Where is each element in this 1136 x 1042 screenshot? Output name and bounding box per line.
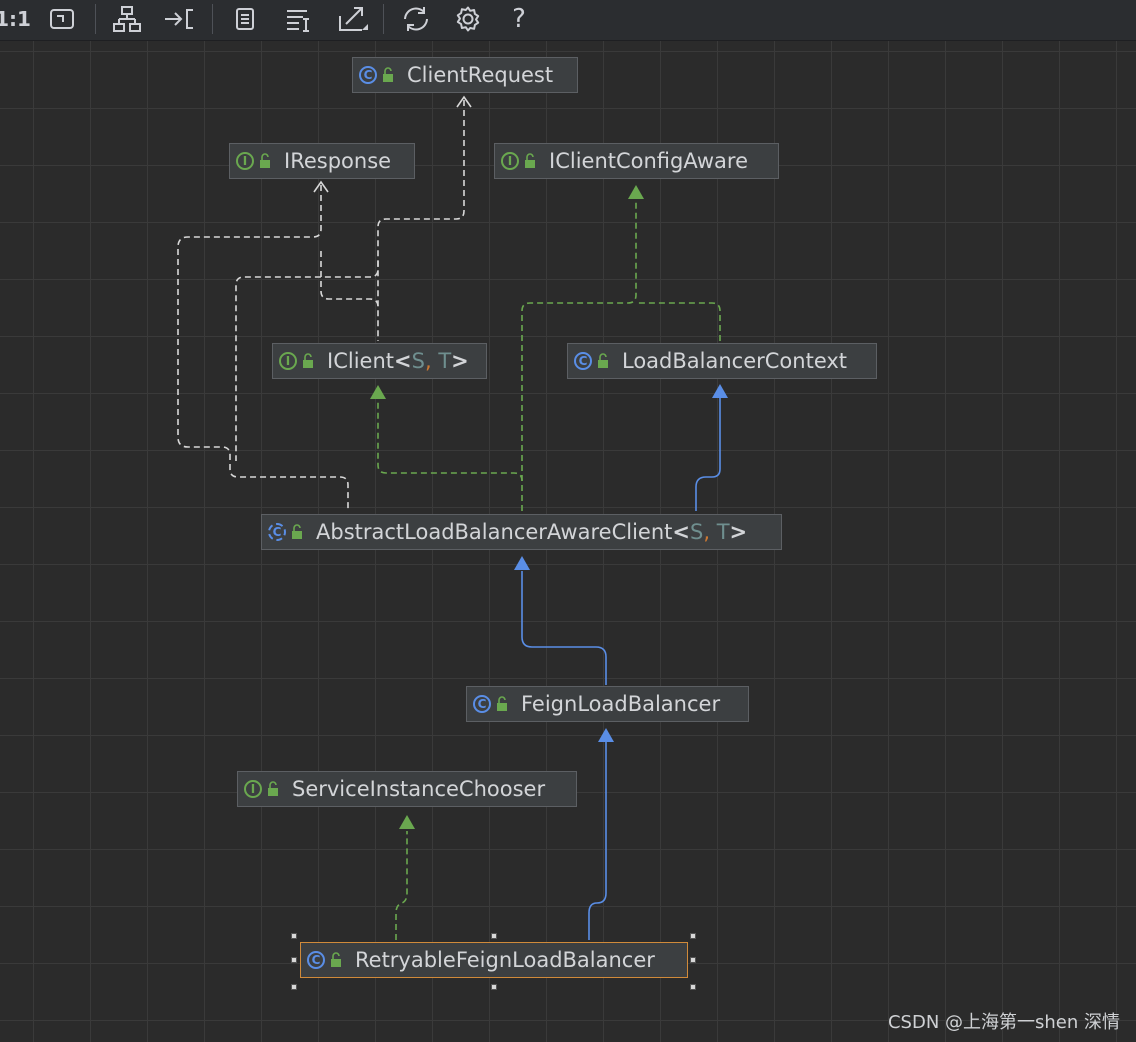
type-params-open: < xyxy=(672,520,690,544)
public-lock-icon xyxy=(260,153,270,168)
settings-gear-icon[interactable] xyxy=(452,4,484,34)
type-param-separator: , xyxy=(703,520,711,544)
class-icon: C xyxy=(574,352,592,370)
public-lock-icon xyxy=(331,952,341,967)
type-param-s: S xyxy=(411,349,425,373)
node-label: ClientRequest xyxy=(407,63,554,87)
selection-handle[interactable] xyxy=(491,933,497,939)
type-params-close: > xyxy=(451,349,469,373)
node-client-request[interactable]: C ClientRequest xyxy=(352,57,578,93)
type-param-t: T xyxy=(438,349,452,373)
selection-handle[interactable] xyxy=(690,933,696,939)
copy-diagram-icon[interactable] xyxy=(228,4,262,34)
members-filter-icon[interactable] xyxy=(282,4,318,34)
help-button[interactable]: ? xyxy=(506,4,532,34)
node-label: LoadBalancerContext xyxy=(622,349,848,373)
selection-handle[interactable] xyxy=(291,984,297,990)
public-lock-icon xyxy=(303,353,313,368)
export-icon[interactable] xyxy=(334,4,372,34)
node-label: IResponse xyxy=(284,149,392,173)
node-label: AbstractLoadBalancerAwareClient xyxy=(316,520,673,544)
extends-edges xyxy=(521,397,721,940)
node-label: IClient xyxy=(327,349,394,373)
edge-iclient-clientrequest xyxy=(377,100,465,341)
refresh-icon[interactable] xyxy=(398,4,434,34)
selection-handle[interactable] xyxy=(690,957,696,963)
interface-icon: I xyxy=(244,780,262,798)
type-param-t: T xyxy=(716,520,730,544)
selection-handle[interactable] xyxy=(291,957,297,963)
node-label: RetryableFeignLoadBalancer xyxy=(355,948,655,972)
abstract-class-icon: C xyxy=(268,523,286,541)
public-lock-icon xyxy=(525,153,535,168)
type-param-s: S xyxy=(689,520,704,544)
public-lock-icon xyxy=(292,524,302,539)
type-param-separator: , xyxy=(424,349,432,373)
public-lock-icon xyxy=(383,67,393,82)
selection-handle[interactable] xyxy=(690,984,696,990)
route-edges-icon[interactable] xyxy=(160,4,198,34)
type-params-close: > xyxy=(729,520,748,544)
node-iclient[interactable]: I IClient < S, T > xyxy=(272,343,487,379)
node-abstract-load-balancer-aware-client[interactable]: C AbstractLoadBalancerAwareClient < S, T > xyxy=(261,514,782,550)
node-feign-load-balancer[interactable]: C FeignLoadBalancer xyxy=(466,686,749,722)
diagram-toolbar: 1:1 ? xyxy=(0,0,1136,41)
type-params-open: < xyxy=(394,349,412,373)
layout-icon[interactable] xyxy=(110,4,144,34)
interface-icon: I xyxy=(501,152,519,170)
class-icon: C xyxy=(307,951,325,969)
fit-content-icon[interactable] xyxy=(46,4,78,34)
actual-size-button[interactable]: 1:1 xyxy=(0,4,31,34)
implements-edges xyxy=(377,199,721,940)
selection-handle[interactable] xyxy=(291,933,297,939)
public-lock-icon xyxy=(268,781,278,796)
node-label: IClientConfigAware xyxy=(549,149,749,173)
public-lock-icon xyxy=(497,696,507,711)
interface-icon: I xyxy=(236,152,254,170)
node-retryable-feign-load-balancer[interactable]: C RetryableFeignLoadBalancer xyxy=(300,942,688,978)
class-icon: C xyxy=(473,695,491,713)
node-iclient-config-aware[interactable]: I IClientConfigAware xyxy=(494,143,779,179)
node-label: ServiceInstanceChooser xyxy=(292,777,546,801)
watermark: CSDN @上海第一shen 深情 xyxy=(887,1012,1120,1033)
node-load-balancer-context[interactable]: C LoadBalancerContext xyxy=(567,343,877,379)
selection-handle[interactable] xyxy=(491,984,497,990)
node-iresponse[interactable]: I IResponse xyxy=(229,143,415,179)
public-lock-icon xyxy=(598,353,608,368)
interface-icon: I xyxy=(279,352,297,370)
node-label: FeignLoadBalancer xyxy=(521,692,721,716)
class-icon: C xyxy=(359,66,377,84)
node-service-instance-chooser[interactable]: I ServiceInstanceChooser xyxy=(237,771,577,807)
diagram-canvas[interactable]: C ClientRequest I IResponse I IClientCon… xyxy=(0,41,1136,1042)
